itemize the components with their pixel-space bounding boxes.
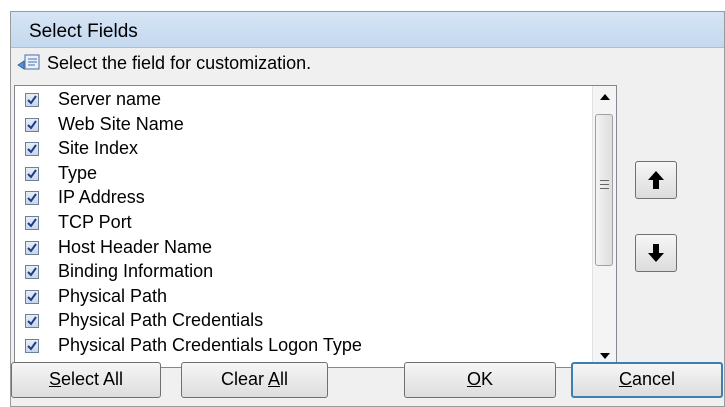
checkmark-icon (27, 193, 37, 203)
field-checkbox[interactable] (25, 117, 39, 132)
field-label: Host Header Name (58, 236, 213, 257)
field-label: Physical Path (58, 285, 168, 306)
ok-button[interactable]: OK (404, 362, 556, 398)
field-checkbox[interactable] (25, 215, 39, 230)
fields-list: Server name Web Site Name Site Index Type IP… (15, 88, 590, 359)
checkmark-icon (27, 169, 37, 179)
list-item[interactable]: Physical Path Credentials Logon Type (15, 334, 590, 359)
arrow-up-icon (648, 171, 664, 189)
move-up-button[interactable] (635, 161, 677, 199)
field-checkbox[interactable] (25, 314, 39, 329)
caret-up-icon (600, 94, 610, 100)
list-item[interactable]: Physical Path Credentials (15, 309, 590, 334)
vertical-scrollbar[interactable] (592, 86, 616, 367)
select-fields-dialog: Select Fields Select the field for custo… (10, 11, 725, 407)
checkmark-icon (27, 144, 37, 154)
field-label: Web Site Name (58, 113, 184, 134)
list-item[interactable]: Binding Information (15, 260, 590, 285)
dialog-titlebar: Select Fields (11, 12, 724, 48)
checkmark-icon (27, 218, 37, 228)
field-label: Physical Path Credentials (58, 310, 264, 331)
instruction-row: Select the field for customization. (15, 50, 715, 76)
move-down-button[interactable] (635, 234, 677, 272)
field-checkbox[interactable] (25, 240, 39, 255)
checkmark-icon (27, 316, 37, 326)
instruction-text: Select the field for customization. (47, 53, 312, 73)
list-item[interactable]: TCP Port (15, 211, 590, 236)
field-checkbox[interactable] (25, 338, 39, 353)
field-checkbox[interactable] (25, 166, 39, 181)
scroll-thumb[interactable] (595, 114, 613, 266)
field-checkbox[interactable] (25, 142, 39, 157)
dialog-title: Select Fields (29, 21, 138, 42)
checkmark-icon (27, 95, 37, 105)
fields-listbox[interactable]: Server name Web Site Name Site Index Type IP… (14, 85, 617, 368)
grip-icon (600, 180, 609, 192)
list-item[interactable]: IP Address (15, 186, 590, 211)
list-item[interactable]: Server name (15, 88, 590, 113)
select-all-button[interactable]: Select All (11, 362, 161, 398)
caret-down-icon (600, 353, 610, 359)
list-item[interactable]: Web Site Name (15, 113, 590, 138)
clear-all-button[interactable]: Clear All (181, 362, 328, 398)
field-label: TCP Port (58, 211, 132, 232)
field-label: Type (58, 162, 98, 183)
checkmark-icon (27, 120, 37, 130)
list-item[interactable]: Type (15, 162, 590, 187)
field-label: Binding Information (58, 261, 214, 282)
cancel-button[interactable]: Cancel (571, 362, 723, 398)
field-checkbox[interactable] (25, 265, 39, 280)
checkmark-icon (27, 242, 37, 253)
checkmark-icon (27, 267, 37, 277)
list-item[interactable]: Host Header Name (15, 236, 590, 261)
checkmark-icon (27, 341, 37, 351)
customize-fields-icon (17, 53, 41, 73)
field-label: IP Address (58, 187, 145, 208)
field-checkbox[interactable] (25, 191, 39, 206)
field-checkbox[interactable] (25, 93, 39, 107)
field-label: Physical Path Credentials Logon Type (58, 334, 362, 355)
scroll-up-arrow[interactable] (593, 86, 616, 108)
field-label: Site Index (58, 138, 139, 159)
list-item[interactable]: Site Index (15, 137, 590, 162)
field-label: Server name (58, 89, 162, 109)
field-checkbox[interactable] (25, 289, 39, 304)
arrow-down-icon (648, 244, 664, 262)
checkmark-icon (27, 292, 37, 302)
list-item[interactable]: Physical Path (15, 285, 590, 310)
